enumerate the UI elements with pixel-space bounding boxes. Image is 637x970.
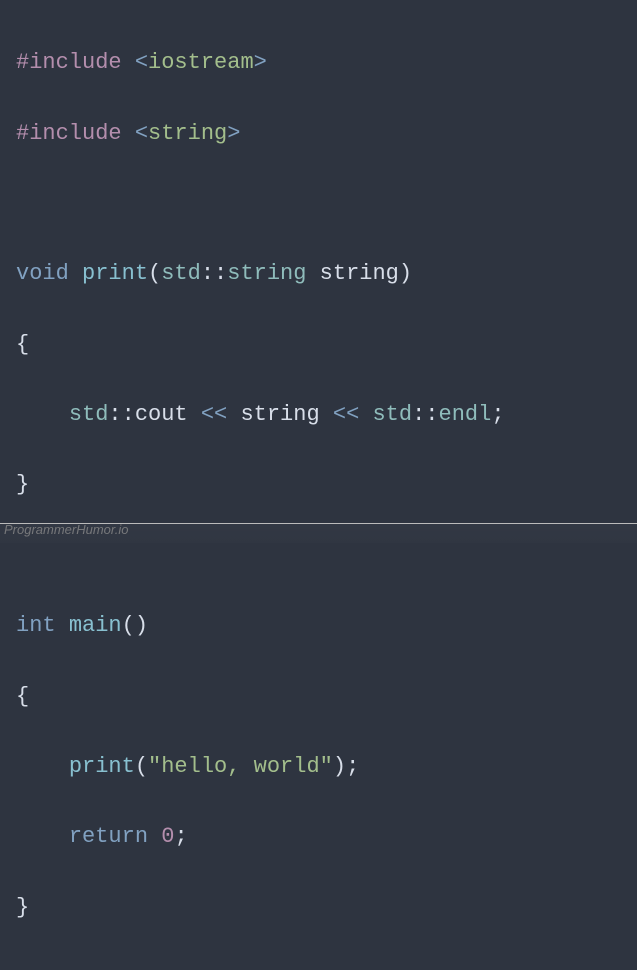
code-line-4: void print(std::string string): [16, 256, 621, 291]
function-name: main: [69, 613, 122, 638]
code-line-12: return 0;: [16, 819, 621, 854]
code-line-7: }: [16, 467, 621, 502]
scope-operator: ::: [108, 402, 134, 427]
angle-bracket-open: <: [135, 121, 148, 146]
indent: [16, 824, 69, 849]
include-header: string: [148, 121, 227, 146]
parameter-name: string: [320, 261, 399, 286]
indent: [16, 754, 69, 779]
angle-bracket-open: <: [135, 50, 148, 75]
return-keyword: return: [69, 824, 148, 849]
function-name: print: [82, 261, 148, 286]
angle-bracket-close: >: [227, 121, 240, 146]
namespace: std: [161, 261, 201, 286]
variable: string: [240, 402, 319, 427]
type-name: string: [227, 261, 306, 286]
paren-close: ): [399, 261, 412, 286]
semicolon: ;: [346, 754, 359, 779]
brace-open: {: [16, 684, 29, 709]
code-line-5: {: [16, 327, 621, 362]
return-type: int: [16, 613, 56, 638]
watermark-text: ProgrammerHumor.io: [4, 520, 129, 541]
brace-close: }: [16, 895, 29, 920]
indent: [16, 402, 69, 427]
include-header: iostream: [148, 50, 254, 75]
brace-close: }: [16, 472, 29, 497]
code-line-9: int main(): [16, 608, 621, 643]
code-editor: #include <iostream> #include <string> vo…: [0, 0, 637, 970]
return-type: void: [16, 261, 69, 286]
semicolon: ;: [174, 824, 187, 849]
code-line-6: std::cout << string << std::endl;: [16, 397, 621, 432]
cout-identifier: cout: [135, 402, 188, 427]
scope-operator: ::: [201, 261, 227, 286]
function-call: print: [69, 754, 135, 779]
code-line-8-blank: [16, 538, 621, 573]
code-line-10: {: [16, 679, 621, 714]
number-literal: 0: [161, 824, 174, 849]
brace-open: {: [16, 332, 29, 357]
code-line-11: print("hello, world");: [16, 749, 621, 784]
code-line-2: #include <string>: [16, 116, 621, 151]
paren-close: ): [135, 613, 148, 638]
namespace: std: [372, 402, 412, 427]
space: [148, 824, 161, 849]
string-literal: "hello, world": [148, 754, 333, 779]
code-line-3-blank: [16, 186, 621, 221]
scope-operator: ::: [412, 402, 438, 427]
code-line-1: #include <iostream>: [16, 45, 621, 80]
endl-identifier: endl: [439, 402, 492, 427]
paren-open: (: [148, 261, 161, 286]
paren-open: (: [135, 754, 148, 779]
semicolon: ;: [491, 402, 504, 427]
code-line-13: }: [16, 890, 621, 925]
stream-operator: <<: [188, 402, 241, 427]
stream-operator: <<: [320, 402, 373, 427]
paren-close: ): [333, 754, 346, 779]
preprocessor-directive: #include: [16, 121, 122, 146]
namespace: std: [69, 402, 109, 427]
paren-open: (: [122, 613, 135, 638]
angle-bracket-close: >: [254, 50, 267, 75]
preprocessor-directive: #include: [16, 50, 122, 75]
